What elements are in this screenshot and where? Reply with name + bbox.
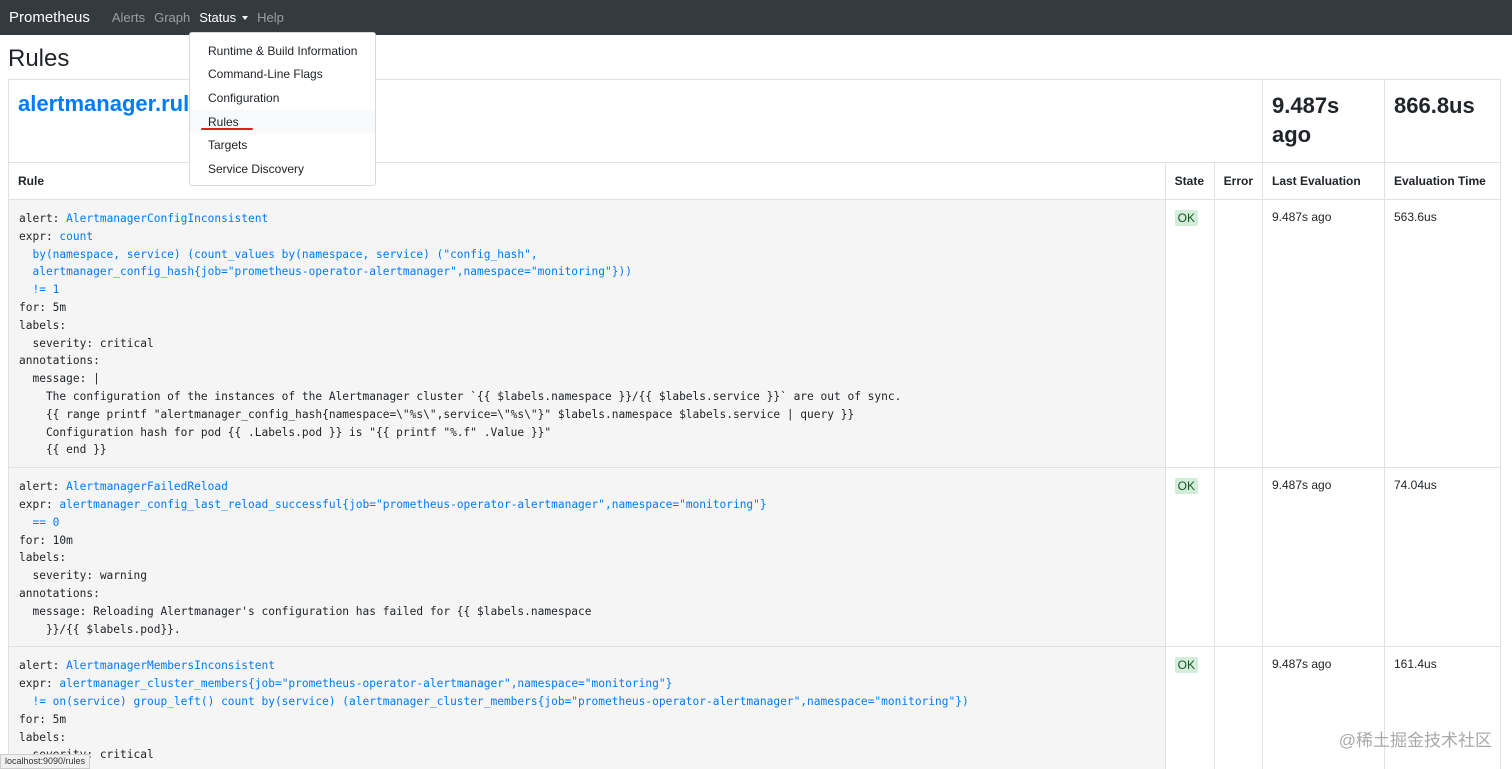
table-row: alert: AlertmanagerConfigInconsistent ex… xyxy=(8,198,1501,469)
rule-alert-name-link[interactable]: AlertmanagerConfigInconsistent xyxy=(66,212,268,225)
rule-error xyxy=(1213,467,1264,648)
rule-alert-key: alert: xyxy=(19,659,67,673)
rule-alert-key: alert: xyxy=(19,480,67,494)
col-rule: Rule xyxy=(8,162,1166,200)
top-navbar: Prometheus Alerts Graph Status Help xyxy=(0,0,1512,35)
col-error: Error xyxy=(1213,162,1264,200)
rule-alert-name-link[interactable]: AlertmanagerFailedReload xyxy=(66,480,228,493)
rule-expr-key: expr: xyxy=(19,677,60,691)
menu-item-targets[interactable]: Targets xyxy=(190,133,375,157)
rule-last-evaluation: 9.487s ago xyxy=(1262,198,1385,469)
group-evaluation-time: 866.8us xyxy=(1384,79,1501,163)
state-badge: OK xyxy=(1174,210,1198,226)
rule-definition: alert: AlertmanagerConfigInconsistent ex… xyxy=(8,198,1166,469)
status-dropdown-menu: Runtime & Build Information Command-Line… xyxy=(189,32,376,186)
rule-error xyxy=(1213,198,1264,469)
rules-annotation-underline xyxy=(201,128,253,130)
col-state: State xyxy=(1164,162,1215,200)
menu-item-runtime-build-info[interactable]: Runtime & Build Information xyxy=(190,39,375,63)
table-row: alert: AlertmanagerMembersInconsistent e… xyxy=(8,646,1501,769)
group-last-evaluation: 9.487s ago xyxy=(1262,79,1385,163)
col-last-evaluation: Last Evaluation xyxy=(1262,162,1385,200)
table-row: alert: AlertmanagerFailedReload expr: al… xyxy=(8,467,1501,648)
rule-state-cell: OK xyxy=(1164,467,1215,648)
rule-state-cell: OK xyxy=(1164,646,1215,769)
menu-item-configuration[interactable]: Configuration xyxy=(190,86,375,110)
nav-help[interactable]: Help xyxy=(257,10,284,25)
rule-definition: alert: AlertmanagerFailedReload expr: al… xyxy=(8,467,1166,648)
rule-evaluation-time: 563.6us xyxy=(1384,198,1501,469)
rule-last-evaluation: 9.487s ago xyxy=(1262,467,1385,648)
page-title: Rules xyxy=(8,45,70,72)
rule-body: for: 5m labels: severity: critical annot… xyxy=(19,300,902,457)
col-evaluation-time: Evaluation Time xyxy=(1384,162,1501,200)
rule-expr-link[interactable]: count by(namespace, service) (count_valu… xyxy=(19,230,631,296)
nav-graph[interactable]: Graph xyxy=(154,10,190,25)
state-badge: OK xyxy=(1174,478,1198,495)
rule-alert-name-link[interactable]: AlertmanagerMembersInconsistent xyxy=(66,659,275,672)
nav-alerts[interactable]: Alerts xyxy=(112,10,145,25)
rule-expr-key: expr: xyxy=(19,497,60,511)
rule-alert-key: alert: xyxy=(19,212,67,225)
rule-state-cell: OK xyxy=(1164,198,1215,469)
menu-item-command-line-flags[interactable]: Command-Line Flags xyxy=(190,63,375,87)
rule-definition: alert: AlertmanagerMembersInconsistent e… xyxy=(8,646,1166,769)
watermark: @稀土掘金技术社区 xyxy=(1338,731,1492,750)
nav-status-label: Status xyxy=(199,10,237,25)
rule-evaluation-time: 74.04us xyxy=(1384,467,1501,648)
rule-body: for: 10m labels: severity: warning annot… xyxy=(19,533,592,636)
browser-status-bar: localhost:9090/rules xyxy=(0,754,91,769)
rule-expr-link[interactable]: alertmanager_config_last_reload_successf… xyxy=(19,498,766,529)
state-badge: OK xyxy=(1174,657,1198,674)
menu-item-service-discovery[interactable]: Service Discovery xyxy=(190,157,375,181)
rule-expr-link[interactable]: alertmanager_cluster_members{job="promet… xyxy=(19,677,968,708)
brand-link[interactable]: Prometheus xyxy=(9,9,90,26)
caret-down-icon xyxy=(242,16,249,20)
nav-status-dropdown[interactable]: Status xyxy=(199,10,249,25)
rule-expr-key: expr: xyxy=(19,229,60,243)
rule-error xyxy=(1213,646,1264,769)
